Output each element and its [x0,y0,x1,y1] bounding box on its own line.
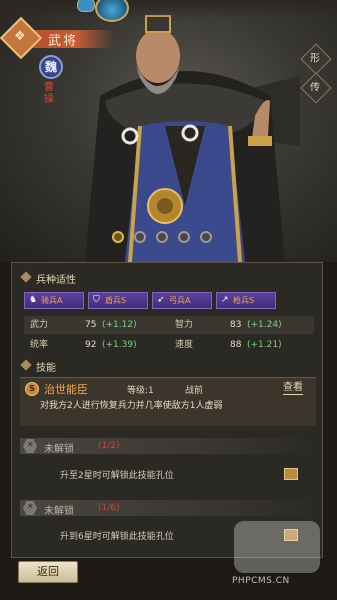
stat-value: 83 [230,320,242,330]
diamond-icon [20,359,32,371]
skill-card: S 治世能臣 等级:1 战前 查看 对我方2人进行恢复兵力并几率使敌方1人虚弱 [20,377,316,426]
troop-section-header: 兵种适性 [12,269,324,287]
skill-section-header: 技能 [12,357,324,375]
biography-button[interactable]: 传 [300,72,332,104]
page-dot[interactable] [156,231,168,243]
locked-skill-slot: ✕ 未解锁 (1/6) [20,500,316,517]
stat-force: 武力 75 (+1.12) [24,316,169,334]
troop-label: 枪兵S [233,296,255,305]
skill-level: 等级:1 [127,386,154,396]
biography-button-label: 传 [309,82,320,94]
locked-skill-slot: ✕ 未解锁 (1/2) [20,438,316,455]
bow-icon: ➶ [157,295,165,305]
stat-name: 武力 [30,320,49,330]
hero-name: 曹操 [44,82,54,105]
stat-value: 75 [85,320,97,330]
stat-speed: 速度 88 (+1.21) [169,336,314,354]
skill-description: 对我方2人进行恢复兵力并几率使敌方1人虚弱 [40,401,223,411]
appearance-button[interactable]: 形 [300,43,332,75]
info-panel: 兵种适性 ♞ 骑兵A ⛉ 盾兵S ➶ 弓兵A ↗ 枪兵S 武力 75 (+1.1… [11,262,323,558]
top-pill-icon [77,0,95,12]
troop-shield: ⛉ 盾兵S [88,292,148,309]
locked-count: (1/6) [98,503,120,513]
stat-name: 智力 [175,320,194,330]
page-dot[interactable] [112,231,124,243]
stat-bonus: (+1.12) [102,320,137,330]
locked-title: 未解锁 [44,506,74,517]
troop-cavalry: ♞ 骑兵A [24,292,84,309]
troop-archer: ➶ 弓兵A [152,292,212,309]
stat-bonus: (+1.24) [247,320,282,330]
watermark-logo [234,521,320,573]
troop-label: 骑兵A [41,296,63,305]
stat-value: 88 [230,340,242,350]
back-button[interactable]: 返回 [18,561,78,583]
stat-bonus: (+1.21) [247,340,282,350]
skill-view-link[interactable]: 查看 [283,382,303,395]
page-dot[interactable] [200,231,212,243]
skill-name: 治世能臣 [44,383,88,396]
locked-count: (1/2) [98,441,120,451]
stat-name: 速度 [175,340,194,350]
lock-icon: ✕ [23,501,37,515]
spear-icon: ↗ [221,295,229,305]
troop-section-title: 兵种适性 [36,275,76,286]
page-dot[interactable] [178,231,190,243]
diamond-icon [20,271,32,283]
stat-name: 统率 [30,340,49,350]
watermark-text: PHPCMS.CN [232,576,290,586]
skill-type: 战前 [185,386,204,396]
troop-label: 弓兵A [169,296,191,305]
stat-value: 92 [85,340,97,350]
skill-grade-badge: S [25,382,39,396]
skill-section-title: 技能 [36,363,56,374]
stat-intelligence: 智力 83 (+1.24) [169,316,314,334]
page-title: 武将 [48,34,79,49]
stat-grid: 武力 75 (+1.12) 智力 83 (+1.24) 统率 92 (+1.39… [24,316,314,356]
watermark: PHPCMS.CN [232,521,328,591]
stat-command: 统率 92 (+1.39) [24,336,169,354]
locked-hint: 升到6星时可解锁此技能孔位 [60,532,174,542]
troop-spear: ↗ 枪兵S [216,292,276,309]
troop-label: 盾兵S [105,296,127,305]
lock-icon: ✕ [23,439,37,453]
page-dot[interactable] [134,231,146,243]
skill-book-icon[interactable] [284,468,298,480]
general-glyph-icon: ❖ [14,29,26,44]
horse-icon: ♞ [29,295,38,305]
shield-icon: ⛉ [93,295,100,305]
stat-bonus: (+1.39) [102,340,137,350]
appearance-button-label: 形 [309,53,320,65]
locked-hint: 升至2星时可解锁此技能孔位 [60,471,174,481]
top-banner [0,0,337,18]
general-header: ❖ 武将 [0,16,114,60]
hero-portrait-area: ❖ 武将 魏 曹操 形 传 [0,0,337,262]
faction-badge: 魏 [39,55,63,79]
locked-title: 未解锁 [44,444,74,455]
